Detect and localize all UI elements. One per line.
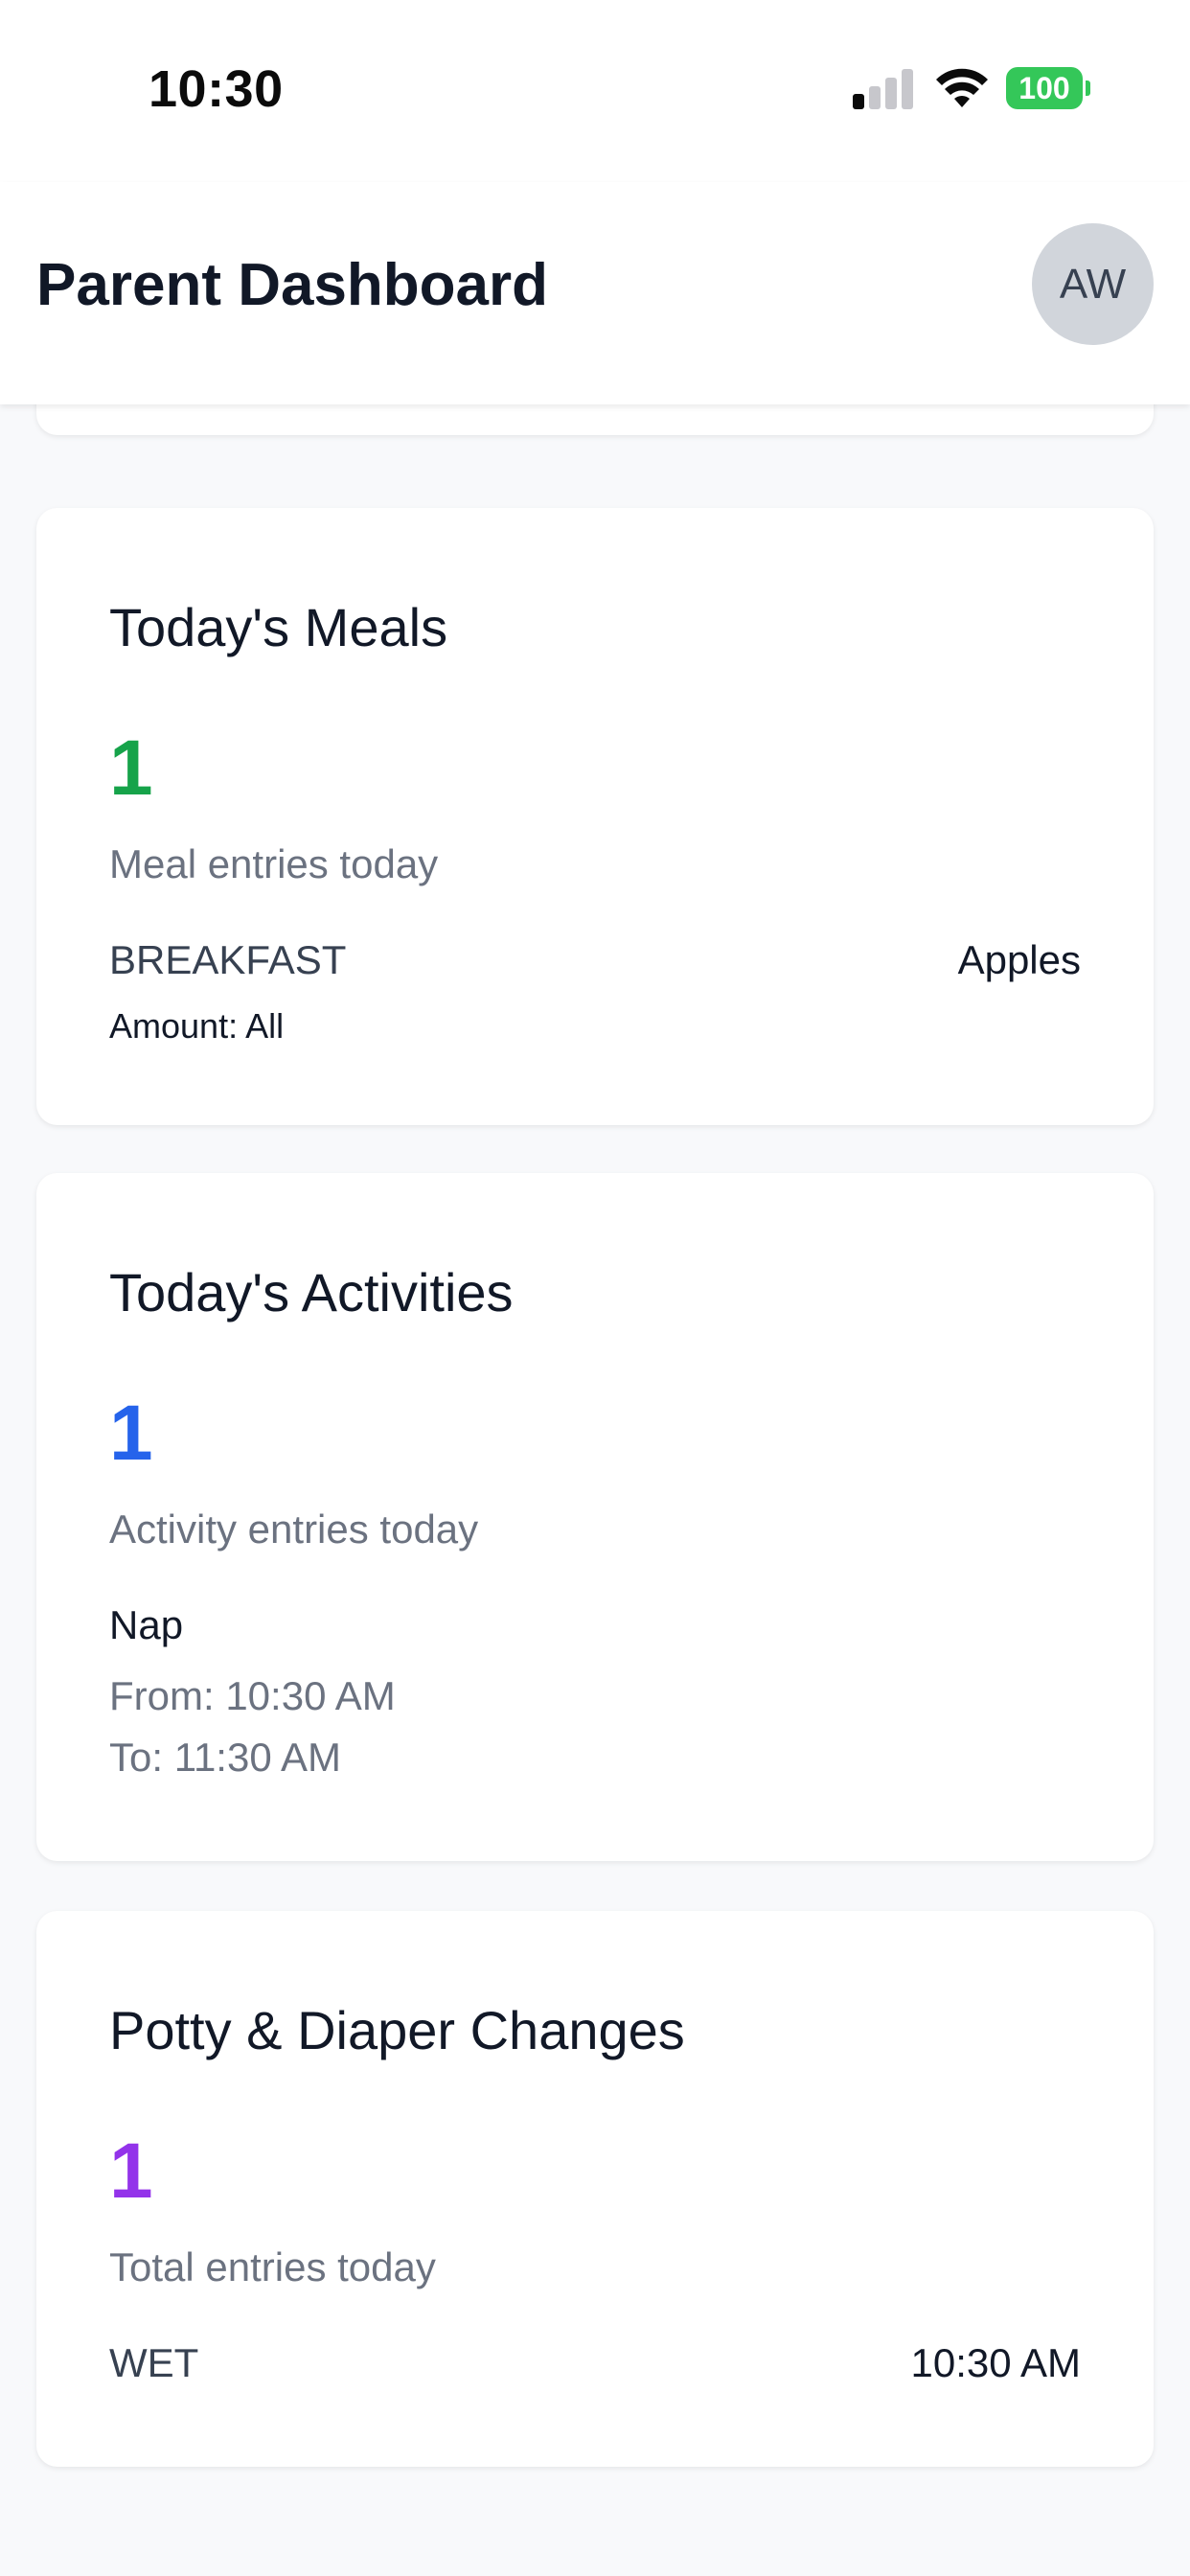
meal-amount: Amount: All — [109, 1006, 285, 1046]
avatar[interactable]: AW — [1032, 223, 1154, 345]
activity-to: To: 11:30 AM — [109, 1735, 342, 1780]
potty-time: 10:30 AM — [910, 2340, 1081, 2385]
activity-from: From: 10:30 AM — [109, 1673, 396, 1718]
page-title: Parent Dashboard — [36, 252, 549, 318]
potty-count: 1 — [109, 2128, 153, 2215]
activities-card[interactable]: Today's Activities 1 Activity entries to… — [36, 1173, 1154, 1861]
potty-card[interactable]: Potty & Diaper Changes 1 Total entries t… — [36, 1911, 1154, 2467]
meals-card-title: Today's Meals — [109, 597, 448, 657]
activity-name: Nap — [109, 1602, 184, 1647]
meal-food: Apples — [957, 937, 1081, 982]
battery-tip — [1086, 80, 1090, 96]
battery-level: 100 — [1018, 70, 1070, 105]
activities-subtitle: Activity entries today — [109, 1506, 479, 1552]
potty-type: WET — [109, 2340, 199, 2385]
activities-count: 1 — [109, 1390, 153, 1477]
battery-icon: 100 — [1006, 67, 1083, 109]
avatar-initials: AW — [1059, 260, 1127, 308]
meal-type: BREAKFAST — [109, 937, 347, 982]
potty-subtitle: Total entries today — [109, 2244, 436, 2289]
meals-card[interactable]: Today's Meals 1 Meal entries today BREAK… — [36, 508, 1154, 1125]
status-bar: 10:30 100 — [0, 0, 1190, 182]
app-header: Parent Dashboard AW — [0, 182, 1190, 404]
meals-count: 1 — [109, 724, 153, 812]
status-time: 10:30 — [149, 60, 284, 118]
potty-card-title: Potty & Diaper Changes — [109, 2000, 685, 2060]
activities-card-title: Today's Activities — [109, 1262, 514, 1322]
wifi-icon — [936, 68, 988, 107]
cellular-signal-icon — [853, 67, 914, 109]
meals-subtitle: Meal entries today — [109, 841, 439, 886]
